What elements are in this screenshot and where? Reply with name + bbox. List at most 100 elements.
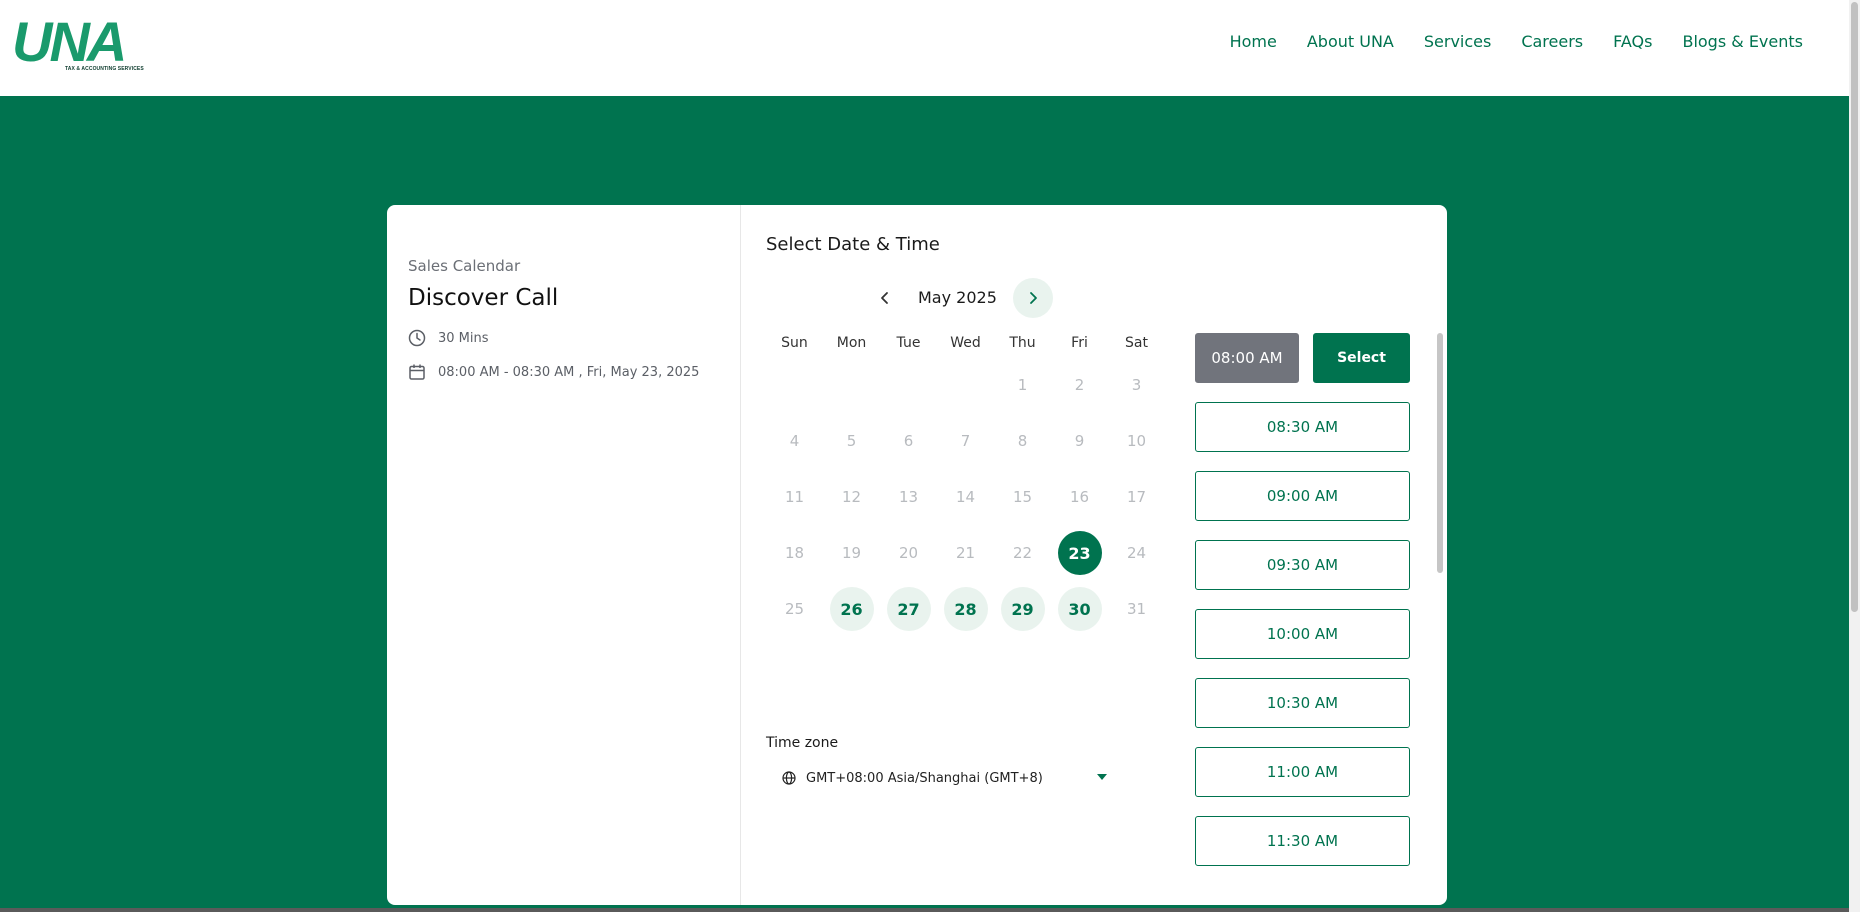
calendar-day-disabled: 19 (823, 531, 880, 575)
day-number: 25 (784, 600, 805, 618)
timezone-select[interactable]: GMT+08:00 Asia/Shanghai (GMT+8) (782, 765, 1107, 791)
calendar-day-empty (766, 363, 823, 407)
logo-tagline: TAX & ACCOUNTING SERVICES (65, 66, 144, 72)
main-nav: Home About UNA Services Careers FAQs Blo… (1200, 32, 1803, 51)
nav-services[interactable]: Services (1424, 32, 1491, 51)
una-logo[interactable]: UNA TAX & ACCOUNTING SERVICES (12, 14, 144, 73)
calendar-day-available[interactable]: 30 (1051, 587, 1108, 631)
calendar-day-empty (937, 363, 994, 407)
calendar-day-available[interactable]: 27 (880, 587, 937, 631)
time-slot-button[interactable]: 09:30 AM (1195, 540, 1410, 590)
selected-time-slot[interactable]: 08:00 AM (1195, 333, 1299, 383)
calendar-day-disabled: 25 (766, 587, 823, 631)
calendar-week: 11 12 13 14 15 16 17 (766, 469, 1166, 525)
time-slot-button[interactable]: 11:30 AM (1195, 816, 1410, 866)
page-scrollbar-thumb[interactable] (1851, 2, 1858, 612)
duration-text: 30 Mins (438, 330, 489, 346)
time-slot-row: 09:30 AM (1195, 540, 1413, 590)
timezone-label: Time zone (766, 735, 839, 751)
event-details: Sales Calendar Discover Call 30 Mins 08:… (387, 205, 741, 905)
weekday-header: Sun Mon Tue Wed Thu Fri Sat (766, 335, 1166, 357)
caret-down-icon (1097, 774, 1107, 780)
bottom-edge (0, 908, 1849, 912)
month-navigation: May 2025 (865, 278, 1055, 318)
calendar-day-disabled: 22 (994, 531, 1051, 575)
time-slot-list: 08:30 AM 09:00 AM 09:30 AM 10:00 AM 10:30 AM… (1195, 402, 1413, 866)
calendar-day-disabled: 24 (1108, 531, 1165, 575)
weekday-label: Sun (781, 335, 808, 351)
day-number: 27 (886, 587, 931, 631)
globe-icon (782, 771, 796, 785)
calendar-day-disabled: 16 (1051, 475, 1108, 519)
calendar-week: 4 5 6 7 8 9 10 (766, 413, 1166, 469)
chevron-left-icon (881, 292, 888, 304)
day-number: 13 (898, 488, 919, 506)
calendar-day-disabled: 2 (1051, 363, 1108, 407)
nav-home[interactable]: Home (1230, 32, 1277, 51)
nav-faqs[interactable]: FAQs (1613, 32, 1652, 51)
time-slot-button[interactable]: 10:00 AM (1195, 609, 1410, 659)
prev-month-button[interactable] (865, 278, 905, 318)
calendar-day-disabled: 18 (766, 531, 823, 575)
day-number: 18 (784, 544, 805, 562)
slots-scrollbar[interactable] (1437, 333, 1443, 573)
calendar-day-disabled: 15 (994, 475, 1051, 519)
day-number: 15 (1012, 488, 1033, 506)
day-number: 23 (1057, 531, 1102, 575)
time-slot-row: 10:30 AM (1195, 678, 1413, 728)
picker-title: Select Date & Time (766, 234, 940, 255)
weekday-label: Wed (950, 335, 981, 351)
time-slot-row: 11:00 AM (1195, 747, 1413, 797)
time-slot-button[interactable]: 11:00 AM (1195, 747, 1410, 797)
clock-icon (408, 329, 426, 347)
calendar-day-disabled: 14 (937, 475, 994, 519)
nav-about[interactable]: About UNA (1307, 32, 1394, 51)
calendar-day-disabled: 4 (766, 419, 823, 463)
day-blank (944, 363, 988, 407)
chevron-right-icon (1030, 292, 1037, 304)
calendar-day-available[interactable]: 28 (937, 587, 994, 631)
site-header: UNA TAX & ACCOUNTING SERVICES Home About… (0, 0, 1849, 96)
calendar-day-available[interactable]: 29 (994, 587, 1051, 631)
day-blank (830, 363, 874, 407)
calendar-day-disabled: 12 (823, 475, 880, 519)
page-scrollbar[interactable] (1849, 0, 1860, 912)
calendar-day-empty (823, 363, 880, 407)
calendar-day-disabled: 7 (937, 419, 994, 463)
day-number: 24 (1126, 544, 1147, 562)
weekday-label: Sat (1125, 335, 1148, 351)
day-number: 30 (1057, 587, 1102, 631)
calendar-day-disabled: 5 (823, 419, 880, 463)
time-slot-button[interactable]: 09:00 AM (1195, 471, 1410, 521)
day-number: 17 (1126, 488, 1147, 506)
day-number: 4 (789, 432, 800, 450)
calendar-day-disabled: 10 (1108, 419, 1165, 463)
time-slot-button[interactable]: 08:30 AM (1195, 402, 1410, 452)
next-month-button[interactable] (1013, 278, 1053, 318)
calendar-day-disabled: 9 (1051, 419, 1108, 463)
timezone-value: GMT+08:00 Asia/Shanghai (GMT+8) (806, 770, 1043, 786)
nav-careers[interactable]: Careers (1521, 32, 1583, 51)
time-slot-row: 11:30 AM (1195, 816, 1413, 866)
calendar-day-disabled: 8 (994, 419, 1051, 463)
datetime-text: 08:00 AM - 08:30 AM , Fri, May 23, 2025 (438, 364, 700, 380)
day-number: 12 (841, 488, 862, 506)
selected-slot-row: 08:00 AM Select (1195, 333, 1413, 383)
time-slot-row: 08:30 AM (1195, 402, 1413, 452)
nav-blogs-events[interactable]: Blogs & Events (1682, 32, 1803, 51)
weekday-label: Tue (896, 335, 921, 351)
calendar-day-selected[interactable]: 23 (1051, 531, 1108, 575)
month-label: May 2025 (918, 288, 997, 307)
day-blank (887, 363, 931, 407)
day-number: 9 (1074, 432, 1085, 450)
calendar-day-disabled: 31 (1108, 587, 1165, 631)
time-slot-button[interactable]: 10:30 AM (1195, 678, 1410, 728)
calendar-day-disabled: 17 (1108, 475, 1165, 519)
day-blank (773, 363, 817, 407)
weekday-label: Fri (1071, 335, 1088, 351)
calendar-week: 18 19 20 21 22 23 24 (766, 525, 1166, 581)
calendar-day-disabled: 21 (937, 531, 994, 575)
calendar-name: Sales Calendar (408, 257, 521, 275)
calendar-day-available[interactable]: 26 (823, 587, 880, 631)
select-button[interactable]: Select (1313, 333, 1410, 383)
